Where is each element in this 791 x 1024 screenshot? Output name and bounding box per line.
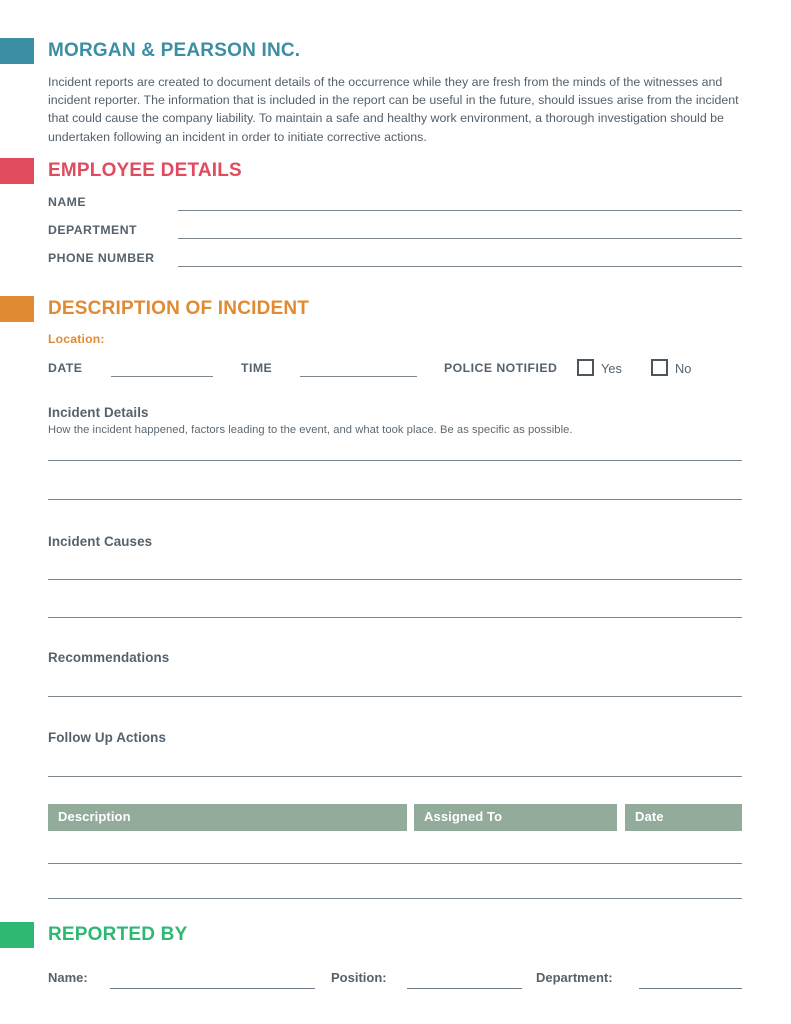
incident-causes-line-1[interactable] (48, 579, 742, 580)
phone-number-label: PHONE NUMBER (48, 251, 155, 265)
company-title: MORGAN & PEARSON INC. (48, 40, 301, 61)
reported-by-position-label: Position: (331, 970, 387, 985)
recommendations-line-1[interactable] (48, 696, 742, 697)
incident-report-page: MORGAN & PEARSON INC. Incident reports a… (0, 0, 791, 1024)
incident-details-heading: Incident Details (48, 405, 149, 420)
table-header-date: Date (625, 804, 742, 831)
reported-by-accent-bar (0, 922, 34, 948)
incident-description-accent-bar (0, 296, 34, 322)
header-accent-bar (0, 38, 34, 64)
table-header-assigned-to: Assigned To (414, 804, 617, 831)
table-header-assigned-to-label: Assigned To (424, 809, 503, 824)
name-label: NAME (48, 195, 87, 209)
table-row[interactable] (48, 898, 742, 899)
department-label: DEPARTMENT (48, 223, 137, 237)
follow-up-actions-line-1[interactable] (48, 776, 742, 777)
name-input-rule[interactable] (178, 210, 742, 211)
reported-by-department-rule[interactable] (639, 988, 742, 989)
reported-by-position-rule[interactable] (407, 988, 522, 989)
incident-details-line-1[interactable] (48, 460, 742, 461)
location-label: Location: (48, 332, 105, 346)
employee-details-heading: EMPLOYEE DETAILS (48, 160, 242, 181)
police-notified-no-label: No (675, 361, 692, 376)
department-input-rule[interactable] (178, 238, 742, 239)
table-header-description-label: Description (58, 809, 131, 824)
reported-by-name-label: Name: (48, 970, 88, 985)
table-header-date-label: Date (635, 809, 664, 824)
time-label: TIME (241, 361, 273, 375)
table-header-description: Description (48, 804, 407, 831)
date-input-rule[interactable] (111, 376, 213, 377)
police-notified-no-checkbox[interactable] (651, 359, 668, 376)
phone-number-input-rule[interactable] (178, 266, 742, 267)
intro-paragraph: Incident reports are created to document… (48, 75, 739, 144)
time-input-rule[interactable] (300, 376, 417, 377)
police-notified-label: POLICE NOTIFIED (444, 361, 558, 375)
police-notified-yes-checkbox[interactable] (577, 359, 594, 376)
incident-details-line-2[interactable] (48, 499, 742, 500)
incident-causes-line-2[interactable] (48, 617, 742, 618)
reported-by-department-label: Department: (536, 970, 613, 985)
reported-by-heading: REPORTED BY (48, 924, 188, 945)
incident-causes-heading: Incident Causes (48, 534, 153, 549)
follow-up-actions-heading: Follow Up Actions (48, 730, 166, 745)
reported-by-name-rule[interactable] (110, 988, 315, 989)
recommendations-heading: Recommendations (48, 650, 170, 665)
date-label: DATE (48, 361, 83, 375)
incident-description-heading: DESCRIPTION OF INCIDENT (48, 298, 310, 319)
incident-details-note: How the incident happened, factors leadi… (48, 424, 573, 436)
employee-details-accent-bar (0, 158, 34, 184)
table-row[interactable] (48, 863, 742, 864)
police-notified-yes-label: Yes (601, 361, 622, 376)
